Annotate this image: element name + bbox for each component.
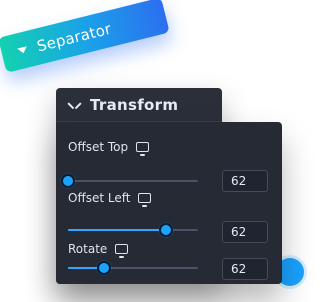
rotate-slider-thumb[interactable] <box>97 261 111 275</box>
offset-top-slider-track[interactable] <box>68 180 198 182</box>
offset-top-value-input[interactable]: 62 <box>222 170 268 192</box>
row-label-offset-left: Offset Left <box>68 191 152 207</box>
caret-down-icon <box>17 46 29 55</box>
chevron-down-icon <box>68 100 78 110</box>
offset-left-label: Offset Left <box>68 191 131 205</box>
monitor-icon[interactable] <box>136 142 150 156</box>
rotate-slider-track[interactable] <box>68 267 198 269</box>
row-label-offset-top: Offset Top <box>68 140 150 156</box>
monitor-icon[interactable] <box>115 244 129 258</box>
separator-pill[interactable]: Separator <box>0 0 170 73</box>
rotate-value-input[interactable]: 62 <box>222 258 268 280</box>
transform-header[interactable]: Transform <box>56 88 222 122</box>
offset-left-slider-fill <box>68 229 166 231</box>
rotate-label: Rotate <box>68 242 108 256</box>
control-row-rotate: Rotate 62 <box>68 242 268 302</box>
offset-top-slider-thumb[interactable] <box>61 174 75 188</box>
monitor-icon[interactable] <box>138 193 152 207</box>
offset-left-slider-track[interactable] <box>68 229 198 231</box>
offset-left-slider-thumb[interactable] <box>159 223 173 237</box>
offset-top-label: Offset Top <box>68 140 129 154</box>
row-label-rotate: Rotate <box>68 242 129 258</box>
transform-title: Transform <box>90 95 179 114</box>
offset-left-value-input[interactable]: 62 <box>222 221 268 243</box>
transform-controls: Offset Top 62 Offset Left 62 Rotate 62 <box>56 122 282 284</box>
separator-label: Separator <box>35 19 114 56</box>
